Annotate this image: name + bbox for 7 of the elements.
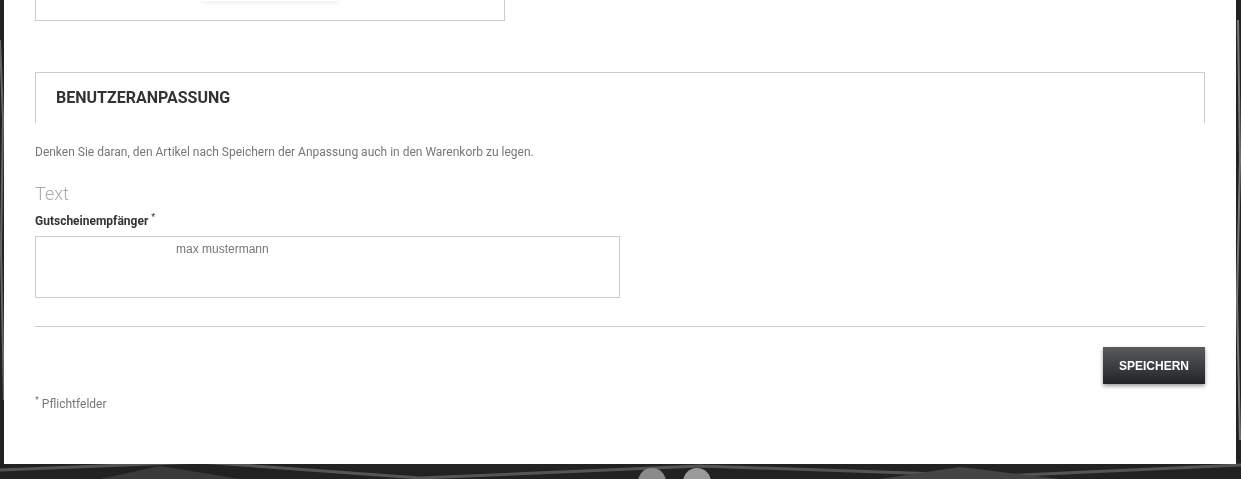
notice-text: Denken Sie daran, den Artikel nach Speichern der Anpassung auch in den Warenkorb zu legen. bbox=[35, 144, 534, 160]
required-note: $^{*}$ Pflichtfelder bbox=[35, 394, 107, 412]
input-field[interactable]: max mustermann bbox=[35, 236, 620, 298]
section-title: BENUTZERANPASSUNG bbox=[56, 88, 231, 108]
option-heading: Text bbox=[35, 184, 69, 204]
field-label: Gutscheinempfänger $^{*}$ bbox=[35, 211, 156, 229]
save-button[interactable]: SPEICHERN bbox=[1103, 347, 1205, 384]
